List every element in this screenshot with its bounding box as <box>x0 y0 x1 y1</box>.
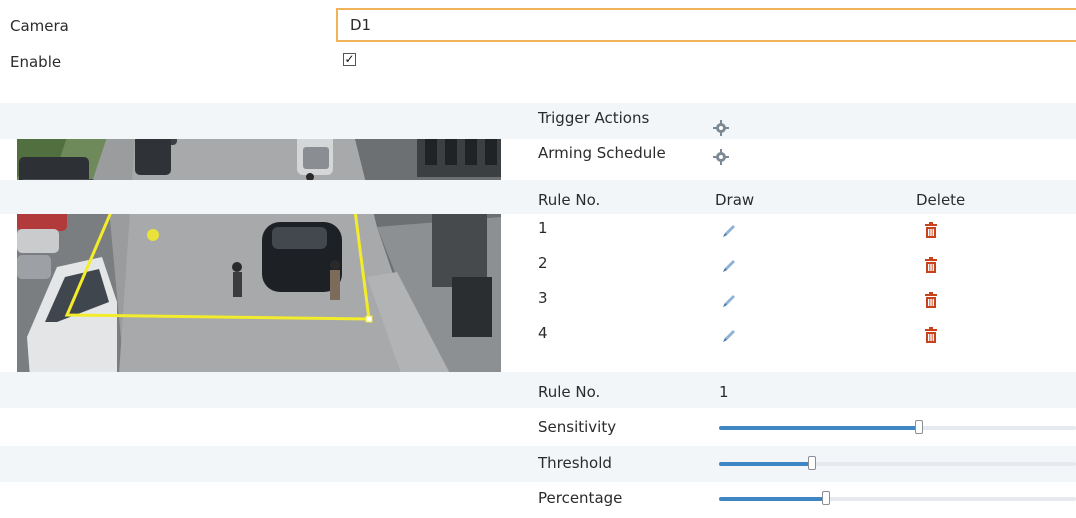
trigger-actions-label: Trigger Actions <box>538 109 650 127</box>
threshold-slider-thumb[interactable] <box>807 456 816 470</box>
camera-scene-image <box>17 107 501 404</box>
sensitivity-label: Sensitivity <box>538 418 617 436</box>
gear-icon[interactable] <box>713 149 729 165</box>
percentage-slider-thumb[interactable] <box>822 491 831 505</box>
pencil-icon[interactable] <box>720 292 738 310</box>
percentage-label: Percentage <box>538 489 623 507</box>
rule-number: 4 <box>538 324 548 342</box>
camera-label: Camera <box>10 17 69 35</box>
enable-label: Enable <box>10 53 62 71</box>
threshold-label: Threshold <box>538 454 612 472</box>
percentage-slider[interactable] <box>719 491 1076 505</box>
rule-number: 2 <box>538 254 548 272</box>
threshold-slider-fill <box>719 462 812 466</box>
rule-number: 3 <box>538 289 548 307</box>
percentage-slider-fill <box>719 497 827 501</box>
rules-header-draw: Draw <box>715 191 755 209</box>
arming-schedule-label: Arming Schedule <box>538 144 666 162</box>
pencil-icon[interactable] <box>720 222 738 240</box>
rule-number: 1 <box>538 219 548 237</box>
sensitivity-slider[interactable] <box>719 420 1076 434</box>
checkmark-icon: ✓ <box>344 52 355 66</box>
camera-preview[interactable] <box>17 107 501 404</box>
pencil-icon[interactable] <box>720 257 738 275</box>
gear-icon[interactable] <box>713 120 729 136</box>
sensitivity-slider-thumb[interactable] <box>914 420 923 434</box>
threshold-slider[interactable] <box>719 456 1076 470</box>
trash-icon[interactable] <box>922 291 940 309</box>
rule-no-value: 1 <box>719 383 729 401</box>
rules-header-delete: Delete <box>916 191 966 209</box>
camera-input[interactable] <box>336 8 1076 42</box>
pencil-icon[interactable] <box>720 327 738 345</box>
trash-icon[interactable] <box>922 256 940 274</box>
trash-icon[interactable] <box>922 326 940 344</box>
enable-checkbox[interactable]: ✓ <box>343 53 356 66</box>
rule-no-label: Rule No. <box>538 383 601 401</box>
trash-icon[interactable] <box>922 221 940 239</box>
sensitivity-slider-fill <box>719 426 919 430</box>
rules-header-rule-no: Rule No. <box>538 191 601 209</box>
